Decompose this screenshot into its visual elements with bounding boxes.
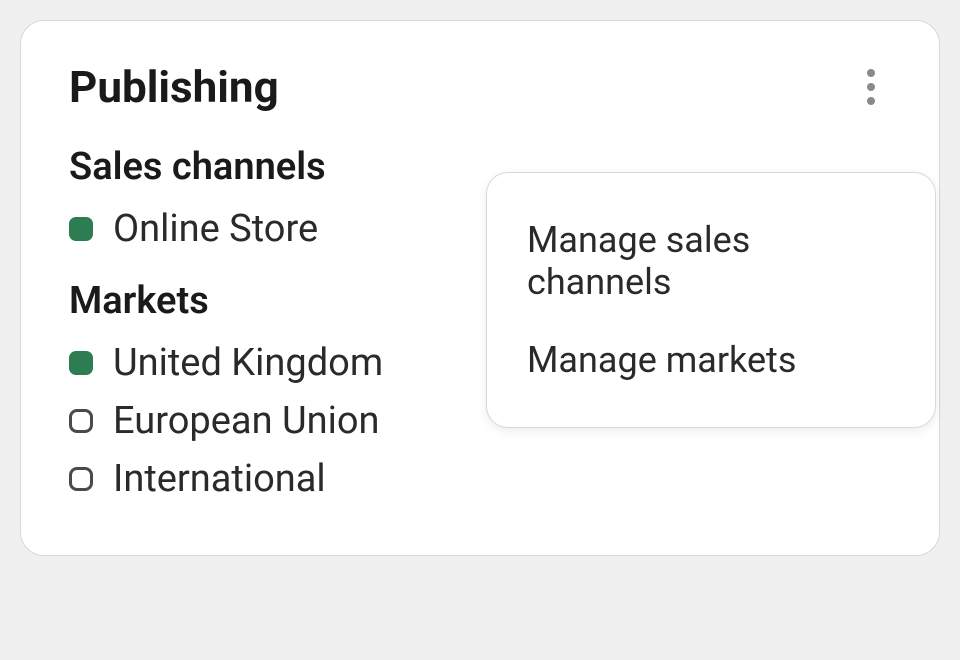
market-label: United Kingdom: [113, 341, 383, 385]
publishing-card: Publishing Sales channels Online Store M…: [20, 20, 940, 556]
more-vertical-icon: [867, 69, 875, 105]
status-indicator-icon: [69, 217, 93, 241]
market-item: International: [69, 457, 891, 501]
card-title: Publishing: [69, 61, 279, 113]
options-popover: Manage sales channels Manage markets: [486, 172, 936, 428]
channel-label: Online Store: [113, 207, 318, 251]
status-indicator-icon: [69, 351, 93, 375]
manage-markets-option[interactable]: Manage markets: [487, 321, 935, 399]
market-label: European Union: [113, 399, 380, 443]
more-options-button[interactable]: [851, 67, 891, 107]
status-indicator-icon: [69, 409, 93, 433]
manage-sales-channels-option[interactable]: Manage sales channels: [487, 201, 935, 321]
market-label: International: [113, 457, 326, 501]
status-indicator-icon: [69, 467, 93, 491]
card-header: Publishing: [69, 61, 891, 113]
